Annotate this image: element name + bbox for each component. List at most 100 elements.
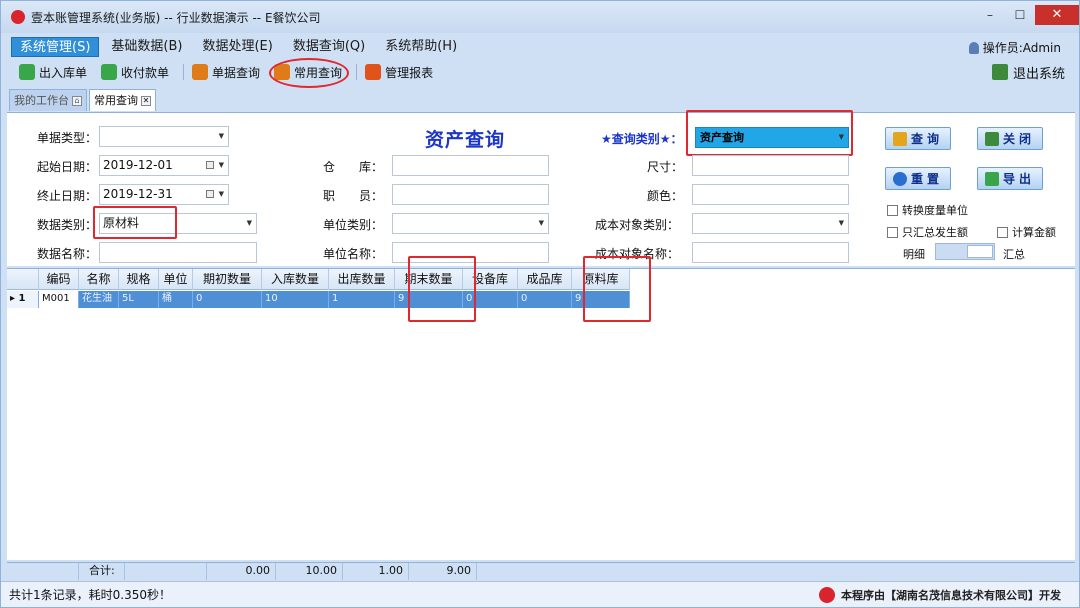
chevron-down-icon: ▼ xyxy=(538,219,544,227)
minimize-button[interactable]: – xyxy=(975,5,1005,25)
table-cell[interactable]: 0 xyxy=(193,291,262,308)
user-icon xyxy=(968,41,979,54)
unit-category-select[interactable]: ▼ xyxy=(392,213,549,234)
refresh-icon xyxy=(892,171,907,186)
highlight-circle xyxy=(269,58,349,88)
tab-common-query[interactable]: 常用查询 ✕ xyxy=(89,89,156,111)
reset-button-label: 重置 xyxy=(910,172,943,186)
close-door-icon xyxy=(984,131,999,146)
menu-help[interactable]: 系统帮助(H) xyxy=(377,37,465,57)
operator-label: 操作员:Admin xyxy=(982,41,1061,55)
toolbar: 出入库单 收付款单 单据查询 常用查询 管理报表 xyxy=(15,61,443,83)
cost-object-category-select[interactable]: ▼ xyxy=(692,213,849,234)
table-cell[interactable]: 10 xyxy=(262,291,329,308)
exit-system-button[interactable]: 退出系统 xyxy=(991,61,1065,83)
cost-object-name-input[interactable] xyxy=(692,242,849,263)
menu-basic-data[interactable]: 基础数据(B) xyxy=(103,37,190,57)
totals-bar: 合计: 0.00 10.00 1.00 9.00 xyxy=(7,562,1075,580)
only-summary-checkbox[interactable]: 只汇总发生额 xyxy=(887,224,968,240)
status-bar: 共计1条记录，耗时0.350秒！ 本程序由【湖南名茂信息技术有限公司】开发 xyxy=(1,581,1079,607)
grid-header-cell[interactable]: 入库数量 xyxy=(262,269,329,290)
grid-header-rownum xyxy=(7,269,39,290)
table-cell[interactable]: 1 xyxy=(329,291,395,308)
highlight-box xyxy=(583,256,651,322)
calendar-icon xyxy=(206,161,214,169)
chevron-down-icon: ▼ xyxy=(218,161,224,169)
tab-common-query-label: 常用查询 xyxy=(94,93,138,107)
data-category-label: 数据类别： xyxy=(37,218,98,232)
detail-label: 明细 xyxy=(903,248,925,261)
data-name-input[interactable] xyxy=(99,242,257,263)
table-row[interactable]: ▸ 1 M001 花生油 5L 桶 0 10 1 9 0 0 9 xyxy=(7,291,630,308)
warehouse-input[interactable] xyxy=(392,155,549,176)
table-cell[interactable]: 花生油 xyxy=(79,291,119,308)
start-date-label: 起始日期： xyxy=(37,160,98,174)
reset-button[interactable]: 重置 xyxy=(885,167,951,190)
tab-workbench[interactable]: 我的工作台 ⌂ xyxy=(9,89,87,111)
window-controls: – ☐ ✕ xyxy=(975,5,1079,25)
toolbar-separator xyxy=(356,64,358,80)
close-window-button[interactable]: ✕ xyxy=(1035,5,1079,25)
row-indicator[interactable]: ▸ 1 xyxy=(7,291,39,308)
query-form-panel: 单据类型： ▼ 起始日期： 2019-12-01 ▼ 终止日期： 2019-12… xyxy=(7,110,1075,266)
detail-summary-toggle[interactable] xyxy=(935,243,995,260)
grid-header-cell[interactable]: 成品库 xyxy=(518,269,572,290)
stock-doc-icon xyxy=(19,64,35,80)
table-cell[interactable]: 5L xyxy=(119,291,159,308)
toolbar-stock-doc-button[interactable]: 出入库单 xyxy=(15,61,93,83)
totals-opening: 0.00 xyxy=(207,563,276,580)
developer-credit-text: 本程序由【湖南名茂信息技术有限公司】开发 xyxy=(841,589,1061,602)
calc-amount-checkbox[interactable]: 计算金额 xyxy=(997,224,1056,240)
totals-label: 合计: xyxy=(79,563,125,580)
doc-query-icon xyxy=(192,64,209,80)
calc-amount-label: 计算金额 xyxy=(1012,226,1056,239)
toolbar-report-button[interactable]: 管理报表 xyxy=(361,61,439,83)
staff-input[interactable] xyxy=(392,184,549,205)
grid-header-cell[interactable]: 单位 xyxy=(159,269,193,290)
end-date-label: 终止日期： xyxy=(37,189,98,203)
menu-data-query[interactable]: 数据查询(Q) xyxy=(285,37,373,57)
grid-header-cell[interactable]: 规格 xyxy=(119,269,159,290)
toolbar-doc-query-button[interactable]: 单据查询 xyxy=(188,61,266,83)
exit-icon xyxy=(991,64,1008,80)
toolbar-payment-doc-button[interactable]: 收付款单 xyxy=(97,61,175,83)
convert-unit-checkbox[interactable]: 转换度量单位 xyxy=(887,202,968,218)
checkbox-box xyxy=(887,204,898,216)
export-button-label: 导出 xyxy=(1002,172,1035,186)
close-tab-icon[interactable]: ✕ xyxy=(141,95,151,106)
start-date-picker[interactable]: 2019-12-01 ▼ xyxy=(99,155,229,176)
query-button[interactable]: 查询 xyxy=(885,127,951,150)
table-cell[interactable]: 0 xyxy=(518,291,572,308)
grid-header-cell[interactable]: 编码 xyxy=(39,269,79,290)
close-button[interactable]: 关闭 xyxy=(977,127,1043,150)
totals-spacer xyxy=(7,563,79,580)
page-title: 资产查询 xyxy=(425,129,506,151)
totals-inbound: 10.00 xyxy=(276,563,343,580)
maximize-button[interactable]: ☐ xyxy=(1005,5,1035,25)
status-message: 共计1条记录，耗时0.350秒！ xyxy=(9,588,171,602)
highlight-box xyxy=(686,110,853,156)
app-window: 壹本账管理系统(业务版) -- 行业数据演示 -- E餐饮公司 – ☐ ✕ 系统… xyxy=(0,0,1080,608)
export-button[interactable]: 导出 xyxy=(977,167,1043,190)
menu-system[interactable]: 系统管理(S) xyxy=(11,37,100,57)
doc-type-select[interactable]: ▼ xyxy=(99,126,229,147)
summary-label: 汇总 xyxy=(1003,248,1025,261)
grid-header-cell[interactable]: 名称 xyxy=(79,269,119,290)
table-cell[interactable]: M001 xyxy=(39,291,79,308)
color-input[interactable] xyxy=(692,184,849,205)
title-bar: 壹本账管理系统(业务版) -- 行业数据演示 -- E餐饮公司 – ☐ ✕ xyxy=(1,1,1079,33)
size-label: 尺寸： xyxy=(647,160,684,174)
grid-header-cell[interactable]: 出库数量 xyxy=(329,269,395,290)
chevron-down-icon: ▼ xyxy=(218,132,224,140)
table-cell[interactable]: 桶 xyxy=(159,291,193,308)
company-logo-icon xyxy=(819,587,835,603)
query-type-label: ★查询类别★： xyxy=(601,132,683,146)
size-input[interactable] xyxy=(692,155,849,176)
data-grid: 编码 名称 规格 单位 期初数量 入库数量 出库数量 期末数量 设备库 成品库 … xyxy=(7,256,1075,560)
end-date-picker[interactable]: 2019-12-31 ▼ xyxy=(99,184,229,205)
menu-data-processing[interactable]: 数据处理(E) xyxy=(194,37,280,57)
warehouse-label: 仓 库： xyxy=(323,160,384,174)
toggle-knob[interactable] xyxy=(967,245,993,258)
report-icon xyxy=(365,64,382,80)
grid-header-cell[interactable]: 期初数量 xyxy=(193,269,262,290)
